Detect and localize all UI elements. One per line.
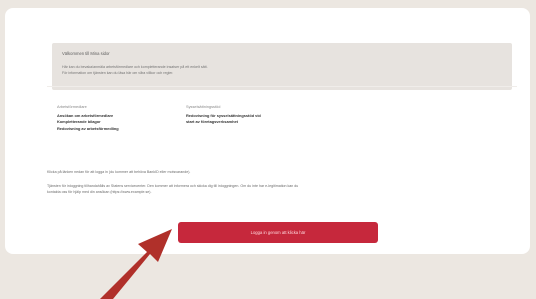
- welcome-title: Välkommen till Mina sidor: [62, 51, 110, 56]
- welcome-banner: Välkommen till Mina sidor Här kan du bev…: [52, 43, 512, 90]
- login-button[interactable]: Logga in genom att klicka här: [178, 222, 378, 243]
- divider: [47, 86, 517, 87]
- welcome-line-2: För information om tjänsten kan du läsa …: [62, 71, 174, 75]
- info-text-3: kontakta oss för hjälp med din ansökan (…: [47, 190, 152, 194]
- login-button-label: Logga in genom att klicka här: [250, 230, 306, 235]
- info-text-1: Klicka på länken nedan för att logga in …: [47, 170, 191, 174]
- column-heading: Arbetsförmedlare: [57, 104, 87, 109]
- link-redovisning[interactable]: Redovisning av arbetsförmedling: [57, 126, 119, 133]
- welcome-line-1: Här kan du bevaka/anmäla arbetsförmedlar…: [62, 65, 208, 69]
- column-arbetsformedlare: Arbetsförmedlare Ansökan om arbetsförmed…: [57, 104, 119, 132]
- info-text-2: Tjänsten för inloggning tillhandahålls a…: [47, 184, 299, 188]
- column-heading: Sysselsättningsstöd: [186, 104, 221, 109]
- column-sysselsattningsstod: Sysselsättningsstöd Redovisning för syss…: [186, 104, 261, 126]
- link-sysselsattning-2[interactable]: start av företagsverksamhet: [186, 119, 261, 126]
